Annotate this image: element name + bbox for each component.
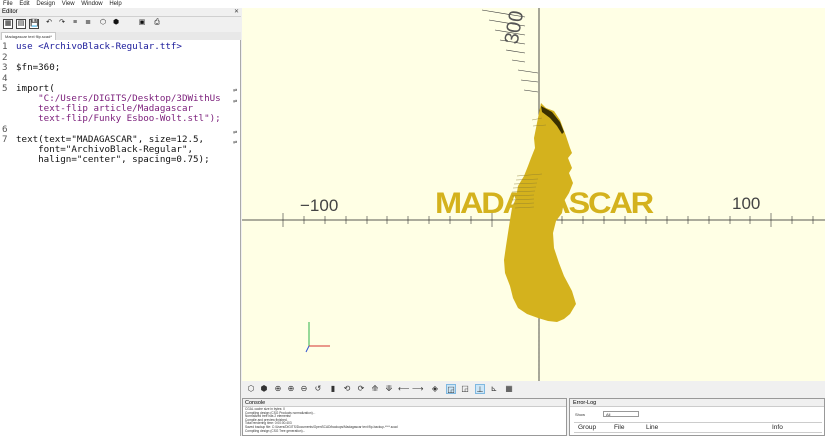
- error-log-table-header: Group File Line Info: [574, 422, 822, 433]
- fold-marker-icon[interactable]: ⇌: [233, 128, 241, 136]
- show-axes-icon[interactable]: ⊥: [475, 384, 485, 394]
- view-left-icon[interactable]: ⟰: [370, 384, 380, 394]
- view-toolbar: ⬡ ⬢ ⊕ ⊕ ⊖ ↺ ▮ ⟲ ⟳ ⟰ ⟱ ⟵ ⟶ ◈ ◲ ◲ ⊥ ⊾ ▦: [242, 381, 825, 398]
- render-button[interactable]: ⬢: [111, 19, 121, 29]
- zoom-in-icon[interactable]: ⊕: [286, 384, 296, 394]
- line-number: 5: [2, 83, 8, 94]
- indent-button[interactable]: ≣: [83, 19, 93, 29]
- view-back-icon[interactable]: ⟵: [398, 384, 409, 394]
- zoom-out-icon[interactable]: ⊖: [299, 384, 309, 394]
- console-line: Compiling design (CSG Tree generation)..…: [245, 428, 306, 433]
- code-line-3: $fn=360;: [16, 62, 61, 73]
- undo-button[interactable]: ↶: [44, 19, 54, 29]
- axes-gizmo-icon: [305, 322, 330, 353]
- orthogonal-icon[interactable]: ◲: [460, 384, 470, 394]
- error-log-filter-select[interactable]: All: [603, 411, 639, 417]
- redo-button[interactable]: ↷: [57, 19, 67, 29]
- code-line-1: use <ArchivoBlack-Regular.ttf>: [16, 41, 182, 52]
- code-line-5c: text-flip/Funky Esboo-Wolt.stl");: [16, 113, 221, 124]
- send-to-print-button[interactable]: ⎙: [152, 19, 162, 29]
- save-file-button[interactable]: 💾: [29, 19, 39, 29]
- editor-close-icon[interactable]: ✕: [232, 8, 241, 17]
- menu-bar: File Edit Design View Window Help: [0, 0, 825, 8]
- menu-design[interactable]: Design: [36, 1, 55, 7]
- menu-help[interactable]: Help: [109, 1, 121, 7]
- view-center-icon[interactable]: ◈: [430, 384, 440, 394]
- col-line[interactable]: Line: [646, 423, 658, 433]
- error-log-show-label: Show: [575, 412, 586, 417]
- show-scale-icon[interactable]: ⊾: [489, 384, 499, 394]
- viewport-canvas: 300 −100 100 MADAGASCAR: [242, 8, 825, 381]
- new-file-button[interactable]: ▦: [3, 19, 13, 29]
- code-line-7b: halign="center", spacing=0.75);: [16, 154, 210, 165]
- menu-file[interactable]: File: [3, 1, 13, 7]
- menu-view[interactable]: View: [62, 1, 75, 7]
- view-all-icon[interactable]: ⊕: [273, 384, 283, 394]
- col-group[interactable]: Group: [578, 423, 596, 433]
- axis-label-300: 300: [501, 9, 528, 46]
- console-panel: Console CGAL cache size in bytes: 0 Comp…: [242, 398, 567, 436]
- line-number: 1: [2, 41, 8, 52]
- view-top-icon[interactable]: ⟲: [342, 384, 352, 394]
- unindent-button[interactable]: ≡: [70, 19, 80, 29]
- error-log-panel: Error-Log Show All Group File Line Info: [569, 398, 825, 436]
- line-number: 7: [2, 134, 8, 145]
- export-stl-button[interactable]: ▣: [137, 19, 147, 29]
- menu-edit[interactable]: Edit: [19, 1, 29, 7]
- console-title: Console: [243, 399, 566, 407]
- col-info[interactable]: Info: [772, 423, 783, 433]
- code-editor[interactable]: 1 2 3 4 5 6 7 use <ArchivoBlack-Regular.…: [0, 40, 241, 436]
- console-output[interactable]: CGAL cache size in bytes: 0 Compiling de…: [243, 407, 566, 433]
- view-bottom-icon[interactable]: ⟳: [356, 384, 366, 394]
- fold-marker-icon[interactable]: ⇌: [233, 97, 241, 105]
- editor-tab-bar: Madagascar text flip.scad*: [0, 32, 241, 40]
- preview-button[interactable]: ⬡: [98, 19, 108, 29]
- line-number: 3: [2, 62, 8, 73]
- error-log-title: Error-Log: [570, 399, 824, 407]
- 3d-viewport[interactable]: 300 −100 100 MADAGASCAR: [242, 8, 825, 381]
- fold-marker-icon[interactable]: ⇌: [233, 86, 241, 94]
- axis-label-minus-100: −100: [300, 196, 338, 215]
- reset-view-icon[interactable]: ↺: [313, 384, 323, 394]
- axis-label-100: 100: [732, 194, 760, 213]
- view-front-icon[interactable]: ⟱: [384, 384, 394, 394]
- perspective-icon[interactable]: ◲: [446, 384, 456, 394]
- tab-madagascar-scad[interactable]: Madagascar text flip.scad*: [1, 32, 56, 40]
- view-right-icon[interactable]: ▮: [328, 384, 338, 394]
- open-file-button[interactable]: ▤: [16, 19, 26, 29]
- fold-marker-icon[interactable]: ⇌: [233, 138, 241, 146]
- menu-window[interactable]: Window: [81, 1, 102, 7]
- col-file[interactable]: File: [614, 423, 624, 433]
- render-icon[interactable]: ⬢: [259, 384, 269, 394]
- show-edges-icon[interactable]: ▦: [504, 384, 514, 394]
- editor-toolbar: ▦ ▤ 💾 ↶ ↷ ≡ ≣ ⬡ ⬢ ▣ ⎙: [0, 17, 241, 32]
- view-diagonal-icon[interactable]: ⟶: [412, 384, 423, 394]
- preview-icon[interactable]: ⬡: [246, 384, 256, 394]
- editor-title: Editor: [0, 8, 241, 17]
